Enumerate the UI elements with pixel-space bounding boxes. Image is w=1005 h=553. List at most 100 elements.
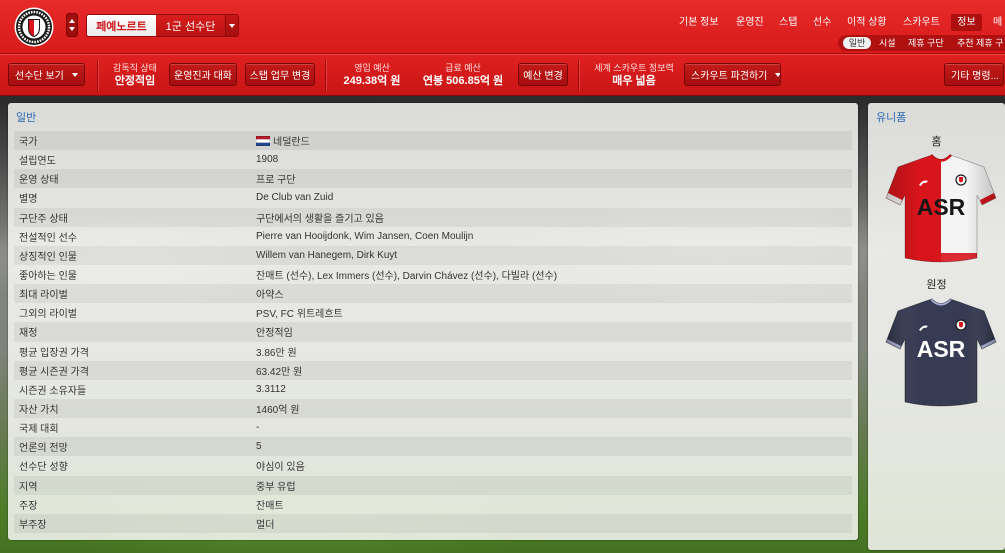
subtab-recommended-affiliates[interactable]: 추천 제휴 구 (957, 35, 1005, 51)
row-label: 그외의 라이벌 (19, 309, 77, 321)
squad-view-label: 선수단 보기 (15, 71, 64, 82)
row-value-text[interactable]: 멀더 (256, 516, 274, 531)
row-value-text[interactable]: 아약스 (256, 286, 284, 301)
nav-item-truncated[interactable]: 메 (993, 14, 1005, 31)
manager-status-value: 안정적임 (114, 75, 156, 87)
row-value-text: 3.86만 원 (256, 347, 297, 359)
row-value-text: 안정적임 (256, 328, 293, 340)
manager-status-label: 감독직 상태 (113, 63, 157, 73)
table-row: 주장 잔매트 (14, 495, 852, 514)
row-label: 평균 입장권 가격 (19, 347, 89, 359)
change-budget-button[interactable]: 예산 변경 (518, 63, 568, 86)
row-value: Pierre van Hooijdonk, Wim Jansen, Coen M… (256, 231, 473, 242)
row-value[interactable]: 아약스 (256, 286, 284, 301)
row-value[interactable]: 네덜란드 (256, 133, 310, 148)
row-label: 국가 (19, 137, 38, 149)
row-value[interactable]: PSV, FC 위트레흐트 (256, 305, 343, 320)
general-info-table: 국가 네덜란드설립연도 1908 운영 상태 프로 구단별명 De Club van Zu… (14, 131, 852, 533)
row-value: 3.3112 (256, 384, 286, 395)
row-label: 자산 가치 (19, 405, 59, 417)
table-row: 최대 라이벌 아약스 (14, 284, 852, 304)
row-value-text: 63.42만 원 (256, 366, 303, 378)
row-value-text: Pierre van Hooijdonk, Wim Jansen, Coen M… (256, 230, 474, 242)
nav-item-transfers[interactable]: 이적 상황 (847, 14, 887, 31)
subtab-affiliates[interactable]: 제휴 구단 (908, 35, 944, 51)
squad-view-button[interactable]: 선수단 보기 (8, 63, 85, 86)
row-value[interactable]: 멀더 (256, 516, 274, 531)
row-value: 구단에서의 생활을 즐기고 있음 (256, 210, 384, 225)
table-row: 별명 De Club van Zuid (14, 188, 852, 207)
nav-item-info[interactable]: 정보 (951, 14, 982, 31)
row-value-text[interactable]: 잔매트 (256, 497, 284, 512)
club-crest-logo[interactable] (14, 7, 54, 47)
row-label: 평균 시즌권 가격 (19, 366, 89, 378)
row-value-text: 야심이 있음 (256, 462, 305, 474)
club-name-tab[interactable]: 페예노르트 (87, 15, 156, 36)
send-scout-label: 스카우트 파견하기 (691, 71, 768, 82)
away-kit-image[interactable]: ASR (884, 296, 998, 410)
row-value-text: De Club van Zuid (256, 192, 334, 204)
table-row: 언론의 전망 5 (14, 437, 852, 457)
row-value: 3.86만 원 (256, 344, 297, 359)
row-value-text[interactable]: 네덜란드 (273, 133, 310, 148)
table-row: 자산 가치 1460억 원 (14, 398, 852, 419)
other-orders-button[interactable]: 기타 명령... (944, 63, 1004, 86)
table-row: 부주장 멀더 (14, 513, 852, 533)
change-staff-duties-button[interactable]: 스탭 업무 변경 (245, 63, 315, 86)
row-label: 설립연도 (19, 156, 56, 168)
kits-panel: 유니폼 홈 ASR 원정 ASR (868, 103, 1005, 550)
nav-item-staff[interactable]: 스탭 (779, 14, 797, 31)
away-kit-label: 원정 (926, 279, 947, 291)
home-kit-image[interactable]: ASR (884, 152, 998, 266)
talk-to-board-button[interactable]: 운영진과 대화 (169, 63, 237, 86)
subtab-facilities[interactable]: 시설 (879, 35, 896, 51)
nav-item-scouting[interactable]: 스카우트 (903, 14, 940, 31)
row-label: 부주장 (19, 519, 47, 531)
other-orders-label: 기타 명령... (951, 71, 999, 82)
club-switch-arrows[interactable] (66, 13, 78, 37)
squad-dropdown-button[interactable] (225, 15, 238, 36)
panel-title: 일반 (16, 112, 37, 124)
table-row: 상징적인 인물 Willem van Hanegem, Dirk Kuyt (14, 245, 852, 265)
row-label: 별명 (19, 194, 38, 206)
arrow-up-icon[interactable] (69, 19, 75, 23)
row-value-text[interactable]: 잔매트 (선수), Lex Immers (선수), Darvin Chávez… (256, 267, 557, 282)
row-label: 구단주 상태 (19, 213, 68, 225)
toolbar-divider (578, 60, 580, 91)
wage-budget-label: 급료 예산 (445, 63, 481, 73)
toolbar-divider (97, 60, 99, 91)
table-row: 설립연도 1908 (14, 150, 852, 169)
row-value-text: - (256, 422, 260, 434)
squad-tab[interactable]: 1군 선수단 (156, 15, 225, 36)
row-value[interactable]: 잔매트 (256, 497, 284, 512)
talk-to-board-label: 운영진과 대화 (174, 71, 232, 82)
row-label: 운영 상태 (19, 175, 59, 187)
row-value: Willem van Hanegem, Dirk Kuyt (256, 250, 397, 261)
row-value-text: 중부 유럽 (256, 481, 296, 493)
table-row: 그외의 라이벌 PSV, FC 위트레흐트 (14, 303, 852, 322)
row-value: 중부 유럽 (256, 478, 296, 493)
row-value-text: 5 (256, 441, 262, 453)
scouting-range-label: 세계 스카우트 정보력 (594, 63, 674, 73)
table-row: 선수단 성향 야심이 있음 (14, 456, 852, 475)
row-value-text: 3.3112 (256, 383, 286, 395)
arrow-down-icon[interactable] (69, 27, 75, 31)
chevron-down-icon (775, 72, 780, 77)
transfer-budget-value: 249.38억 원 (343, 75, 401, 87)
nav-item-overview[interactable]: 기본 정보 (679, 14, 719, 31)
chevron-down-icon (71, 72, 78, 77)
row-value: 안정적임 (256, 324, 293, 339)
row-value[interactable]: 잔매트 (선수), Lex Immers (선수), Darvin Chávez… (256, 267, 557, 282)
row-value-text: Willem van Hanegem, Dirk Kuyt (256, 249, 398, 261)
row-value-text: 구단에서의 생활을 즐기고 있음 (256, 213, 384, 225)
nav-item-board[interactable]: 운영진 (736, 14, 764, 31)
table-row: 평균 입장권 가격 3.86만 원 (14, 342, 852, 361)
row-label: 최대 라이벌 (19, 290, 68, 302)
subtab-general[interactable]: 일반 (843, 37, 871, 49)
table-row: 국가 네덜란드 (14, 131, 852, 151)
row-value-text[interactable]: PSV, FC 위트레흐트 (256, 305, 343, 320)
row-value-text: 프로 구단 (256, 175, 296, 187)
send-scout-button[interactable]: 스카우트 파견하기 (684, 63, 781, 86)
row-label: 언론의 전망 (19, 443, 68, 455)
nav-item-players[interactable]: 선수 (813, 14, 831, 31)
